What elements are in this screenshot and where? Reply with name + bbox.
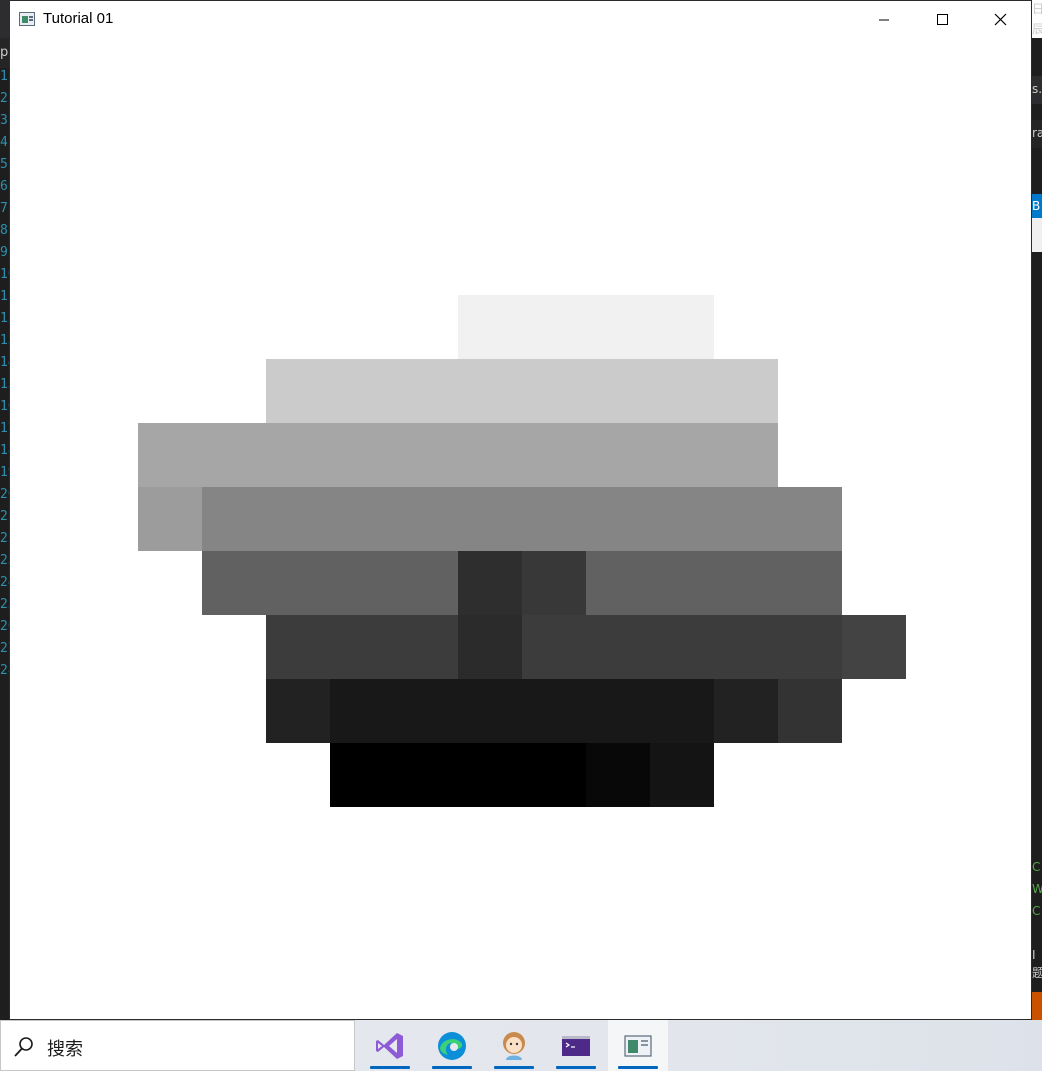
- pixel-block: [202, 487, 842, 551]
- pixel-block: [586, 551, 842, 615]
- taskbar-app-edge[interactable]: [426, 1020, 478, 1071]
- pixel-block: [330, 743, 586, 807]
- background-status-bar: [1032, 992, 1042, 1020]
- pixel-block: [202, 551, 458, 615]
- background-text-fragment: 题: [1032, 966, 1042, 980]
- pixel-block: [330, 679, 714, 743]
- taskbar-app-terminal[interactable]: [550, 1020, 602, 1071]
- pixel-block: [266, 359, 778, 423]
- search-label: 搜索: [47, 1039, 83, 1060]
- tutorial-window-icon: [624, 1035, 652, 1057]
- pixel-block: [714, 679, 778, 743]
- running-indicator: [494, 1066, 534, 1069]
- background-text-fragment: ra: [1032, 126, 1042, 140]
- maximize-button[interactable]: [915, 1, 973, 39]
- background-text-fragment: 辰: [1032, 22, 1042, 36]
- edge-icon: [438, 1032, 466, 1060]
- visual-studio-icon: [376, 1033, 403, 1059]
- close-icon: [994, 13, 1007, 26]
- render-canvas[interactable]: [10, 39, 1031, 1019]
- pixel-block: [650, 743, 714, 807]
- taskbar: 搜索: [0, 1020, 1042, 1071]
- terminal-icon: [562, 1036, 590, 1056]
- minimize-icon: [879, 19, 889, 21]
- pixel-block: [522, 615, 842, 679]
- close-button[interactable]: [973, 1, 1031, 39]
- background-tab-fragment: p: [0, 45, 9, 60]
- taskbar-app-visual-studio[interactable]: [364, 1020, 416, 1071]
- pixel-block: [586, 743, 650, 807]
- pixel-block: [266, 615, 458, 679]
- background-text-fragment: C: [1032, 904, 1041, 918]
- taskbar-app-tutorial[interactable]: [608, 1020, 668, 1071]
- running-indicator: [556, 1066, 596, 1069]
- pixel-block: [266, 679, 330, 743]
- pixel-block: [458, 551, 522, 615]
- running-indicator: [432, 1066, 472, 1069]
- taskbar-app-avatar[interactable]: [488, 1020, 540, 1071]
- title-bar[interactable]: Tutorial 01: [10, 1, 1031, 39]
- background-text-fragment: C: [1032, 860, 1041, 874]
- background-panel: [1032, 218, 1042, 252]
- window-app-icon[interactable]: [19, 12, 35, 26]
- background-text-fragment: s.c: [1032, 82, 1042, 96]
- running-indicator: [370, 1066, 410, 1069]
- window-title: Tutorial 01: [43, 10, 114, 27]
- running-indicator: [618, 1066, 658, 1069]
- pixel-block: [778, 679, 842, 743]
- background-editor-right: 日 辰 s.c ra B C W C I 题: [1032, 0, 1042, 1020]
- tutorial-window: Tutorial 01: [9, 0, 1032, 1020]
- pixel-block: [138, 423, 778, 487]
- taskbar-search-box[interactable]: 搜索: [0, 1020, 355, 1071]
- pixel-block: [842, 615, 906, 679]
- pixel-block: [458, 615, 522, 679]
- avatar-app-icon: [503, 1032, 525, 1060]
- pixel-block: [522, 551, 586, 615]
- background-text-fragment: B: [1032, 199, 1041, 213]
- pixel-block: [458, 295, 714, 359]
- background-text-fragment: W: [1032, 882, 1042, 896]
- maximize-icon: [937, 14, 948, 25]
- pixel-block: [138, 487, 202, 551]
- background-text-fragment: I: [1032, 948, 1036, 962]
- search-icon: [14, 1037, 33, 1057]
- background-text-fragment: 日: [1032, 2, 1042, 16]
- minimize-button[interactable]: [857, 1, 915, 39]
